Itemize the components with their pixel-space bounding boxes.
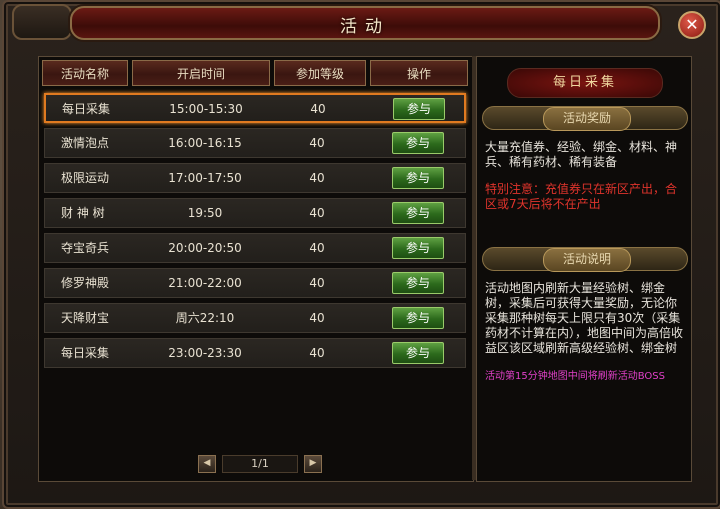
table-row[interactable]: 天降财宝 周六22:10 40 参与 — [44, 303, 466, 333]
window-title: 活动 — [340, 17, 390, 37]
activity-level: 40 — [309, 136, 325, 150]
join-button[interactable]: 参与 — [392, 307, 444, 329]
activity-level: 40 — [309, 276, 325, 290]
activity-time: 21:00-22:00 — [168, 276, 242, 290]
activity-name: 激情泡点 — [61, 136, 110, 150]
table-row[interactable]: 财 神 树 19:50 40 参与 — [44, 198, 466, 228]
table-row[interactable]: 极限运动 17:00-17:50 40 参与 — [44, 163, 466, 193]
detail-title: 每日采集 — [507, 68, 663, 98]
activity-name: 每日采集 — [62, 102, 111, 116]
activity-level: 40 — [310, 102, 326, 116]
reward-section-header: 活动奖励 — [482, 106, 688, 131]
table-row[interactable]: 每日采集 15:00-15:30 40 参与 — [44, 93, 466, 123]
join-button[interactable]: 参与 — [393, 98, 445, 120]
next-page-icon[interactable]: ▶ — [304, 455, 322, 473]
header-action: 操作 — [370, 60, 468, 86]
activity-level: 40 — [309, 311, 325, 325]
table-row[interactable]: 修罗神殿 21:00-22:00 40 参与 — [44, 268, 466, 298]
description-note: 活动第15分钟地图中间将刷新活动BOSS — [485, 371, 665, 382]
description-header-label: 活动说明 — [543, 248, 631, 272]
activity-name: 修罗神殿 — [61, 276, 110, 290]
activity-name: 财 神 树 — [61, 206, 105, 220]
description-section-header: 活动说明 — [482, 247, 688, 272]
page-indicator: 1/1 — [222, 455, 298, 473]
corner-ornament-left — [12, 4, 72, 40]
join-button[interactable]: 参与 — [392, 342, 444, 364]
activity-name: 每日采集 — [61, 346, 110, 360]
join-button[interactable]: 参与 — [392, 132, 444, 154]
activity-level: 40 — [309, 241, 325, 255]
reward-text: 大量充值券、经验、绑金、材料、神兵、稀有药材、稀有装备 — [485, 140, 678, 169]
prev-page-icon[interactable]: ◀ — [198, 455, 216, 473]
activity-name: 夺宝奇兵 — [61, 241, 110, 255]
join-button[interactable]: 参与 — [392, 202, 444, 224]
activity-name: 极限运动 — [61, 171, 110, 185]
activity-time: 23:00-23:30 — [168, 346, 242, 360]
reward-note: 特别注意：充值券只在新区产出，合区或7天后将不在产出 — [485, 182, 678, 211]
header-time: 开启时间 — [132, 60, 270, 86]
join-button[interactable]: 参与 — [392, 167, 444, 189]
header-name: 活动名称 — [42, 60, 128, 86]
table-header: 活动名称 开启时间 参加等级 操作 — [42, 60, 468, 86]
activity-time: 15:00-15:30 — [169, 102, 243, 116]
join-button[interactable]: 参与 — [392, 272, 444, 294]
activity-time: 周六22:10 — [175, 311, 235, 325]
table-row[interactable]: 每日采集 23:00-23:30 40 参与 — [44, 338, 466, 368]
activity-time: 16:00-16:15 — [168, 136, 242, 150]
table-row[interactable]: 夺宝奇兵 20:00-20:50 40 参与 — [44, 233, 466, 263]
header-level: 参加等级 — [274, 60, 366, 86]
title-bar: 活动 — [70, 6, 660, 40]
reward-header-label: 活动奖励 — [543, 107, 631, 131]
activity-level: 40 — [309, 346, 325, 360]
activity-name: 天降财宝 — [61, 311, 110, 325]
table-row[interactable]: 激情泡点 16:00-16:15 40 参与 — [44, 128, 466, 158]
join-button[interactable]: 参与 — [392, 237, 444, 259]
activity-level: 40 — [309, 206, 325, 220]
activity-time: 19:50 — [187, 206, 223, 220]
activity-level: 40 — [309, 171, 325, 185]
activity-time: 17:00-17:50 — [168, 171, 242, 185]
close-icon[interactable]: ✕ — [678, 11, 706, 39]
activity-time: 20:00-20:50 — [168, 241, 242, 255]
description-text: 活动地图内刷新大量经验树、绑金树，采集后可获得大量奖励，无论你采集那种树每天上限… — [485, 281, 684, 355]
